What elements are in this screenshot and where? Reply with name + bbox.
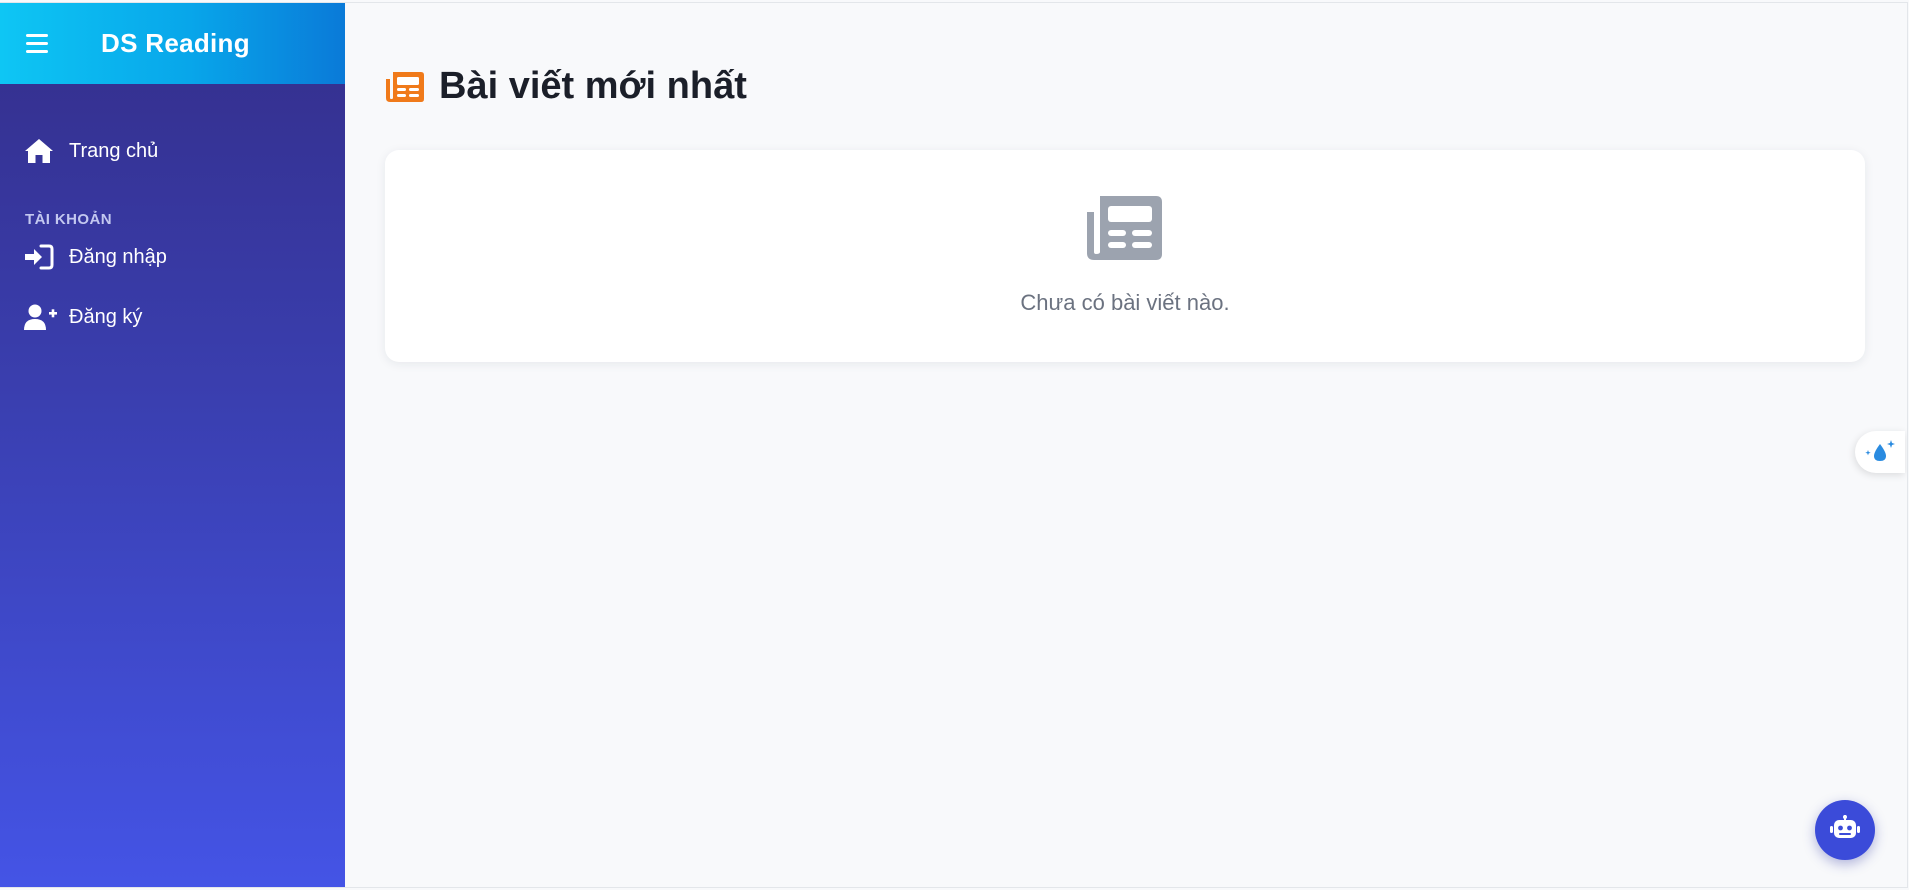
- empty-state-message: Chưa có bài viết nào.: [1020, 290, 1230, 315]
- page-title: Bài viết mới nhất: [385, 65, 747, 108]
- newspaper-icon: [1086, 194, 1164, 262]
- sidebar: DS Reading Trang chủ TÀI KHOẢN Đăng nhập…: [0, 3, 345, 887]
- sidebar-item-login[interactable]: Đăng nhập: [0, 234, 345, 280]
- user-plus-icon: [24, 303, 58, 331]
- main-content: Bài viết mới nhất Chưa có bài viết nào.: [345, 3, 1907, 887]
- home-icon: [24, 137, 58, 165]
- newspaper-icon: [385, 69, 425, 105]
- sidebar-item-label: Đăng ký: [69, 305, 143, 328]
- section-heading-account: TÀI KHOẢN: [25, 211, 112, 228]
- sparkle-drop-icon[interactable]: [1855, 431, 1905, 473]
- brand-title[interactable]: DS Reading: [101, 28, 250, 59]
- chatbot-button[interactable]: [1815, 800, 1875, 860]
- sidebar-nav: Trang chủ TÀI KHOẢN Đăng nhập Đăng ký: [0, 84, 345, 340]
- robot-icon: [1830, 814, 1860, 846]
- page-title-text: Bài viết mới nhất: [439, 65, 747, 107]
- menu-toggle-icon[interactable]: [26, 30, 54, 58]
- sidebar-item-home[interactable]: Trang chủ: [0, 128, 345, 174]
- sidebar-item-label: Trang chủ: [69, 139, 159, 162]
- empty-state-card: Chưa có bài viết nào.: [385, 150, 1865, 362]
- sidebar-item-label: Đăng nhập: [69, 245, 167, 268]
- sidebar-item-register[interactable]: Đăng ký: [0, 294, 345, 340]
- app-window: DS Reading Trang chủ TÀI KHOẢN Đăng nhập…: [0, 2, 1908, 888]
- sidebar-header: DS Reading: [0, 3, 345, 84]
- sign-in-icon: [24, 243, 58, 271]
